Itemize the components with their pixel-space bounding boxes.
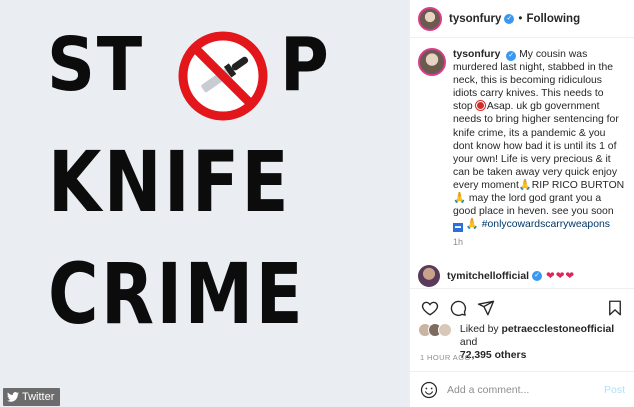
post-side-panel: tysonfury ✓ • Following tysonfury ✓ My c… (409, 0, 634, 407)
poster-word-crime: CRIME (48, 245, 306, 343)
likes-and: and (459, 337, 478, 348)
likes-text: Liked by petraecclestoneofficial and 72,… (460, 323, 634, 362)
comment-button[interactable] (448, 298, 468, 318)
comment-icon (450, 300, 467, 316)
caption-part3: RIP RICO BURTON (531, 179, 625, 191)
post-header: tysonfury ✓ • Following (410, 0, 634, 38)
twitter-watermark: Twitter (3, 388, 61, 406)
post-timestamp[interactable]: 1 HOUR AGO (420, 353, 471, 362)
verified-icon: ✓ (506, 51, 517, 61)
praying-hands-emoji-icon: 🙏 (465, 219, 479, 231)
liker-username[interactable]: petraecclestoneofficial (502, 324, 615, 335)
save-button[interactable] (605, 298, 625, 318)
comment-item: tymitchellofficial ✓ ❤❤❤ (418, 265, 575, 287)
share-icon (477, 300, 495, 315)
comment-input[interactable] (447, 383, 587, 396)
following-button[interactable]: Following (526, 13, 580, 25)
poster-word-st: ST (47, 22, 145, 108)
action-bar (410, 288, 634, 326)
verified-icon: ✓ (504, 13, 515, 24)
soon-arrow-emoji-icon: ▬ (453, 223, 463, 233)
caption-text: tysonfury ✓ My cousin was murdered last … (453, 48, 625, 249)
twitter-bird-icon (7, 392, 19, 402)
smile-icon[interactable] (420, 381, 438, 399)
commenter-avatar[interactable] (418, 265, 440, 287)
author-avatar[interactable] (418, 6, 442, 31)
poster-word-p: P (280, 22, 331, 108)
praying-hands-emoji-icon: 🙏 (453, 193, 466, 205)
verified-icon: ✓ (532, 271, 542, 281)
caption-age: 1h (453, 237, 464, 248)
post-image[interactable]: ST P KNIFE CRIME Twitter (0, 0, 409, 407)
liker-avatar (438, 323, 452, 337)
bookmark-icon (609, 300, 621, 315)
post-comment-button[interactable]: Post (604, 384, 625, 396)
praying-hands-emoji-icon: 🙏 (518, 179, 532, 191)
no-knife-sign-icon (178, 31, 268, 121)
separator-dot: • (518, 12, 523, 25)
liker-avatars[interactable] (418, 323, 456, 341)
comment-hearts: ❤❤❤ (546, 271, 576, 282)
heart-icon (421, 301, 439, 316)
share-button[interactable] (476, 298, 496, 318)
caption-username[interactable]: tysonfury (453, 49, 500, 60)
caption-block: tysonfury ✓ My cousin was murdered last … (410, 38, 634, 249)
twitter-label: Twitter (22, 391, 55, 403)
likes-prefix: Liked by (459, 324, 499, 335)
stop-sign-emoji-icon (475, 101, 485, 111)
like-button[interactable] (420, 298, 440, 318)
caption-part4: may the lord god grant you a good place … (453, 193, 614, 218)
add-comment-bar: Post (410, 371, 634, 407)
commenter-username[interactable]: tymitchellofficial (447, 271, 529, 282)
poster-word-knife: KNIFE (48, 133, 292, 231)
caption-avatar[interactable] (418, 48, 446, 76)
hashtag-link[interactable]: #onlycowardscarryweapons (482, 219, 610, 230)
caption-part2: Asap. uk gb government needs to bring hi… (453, 101, 619, 191)
author-username[interactable]: tysonfury (449, 13, 501, 25)
